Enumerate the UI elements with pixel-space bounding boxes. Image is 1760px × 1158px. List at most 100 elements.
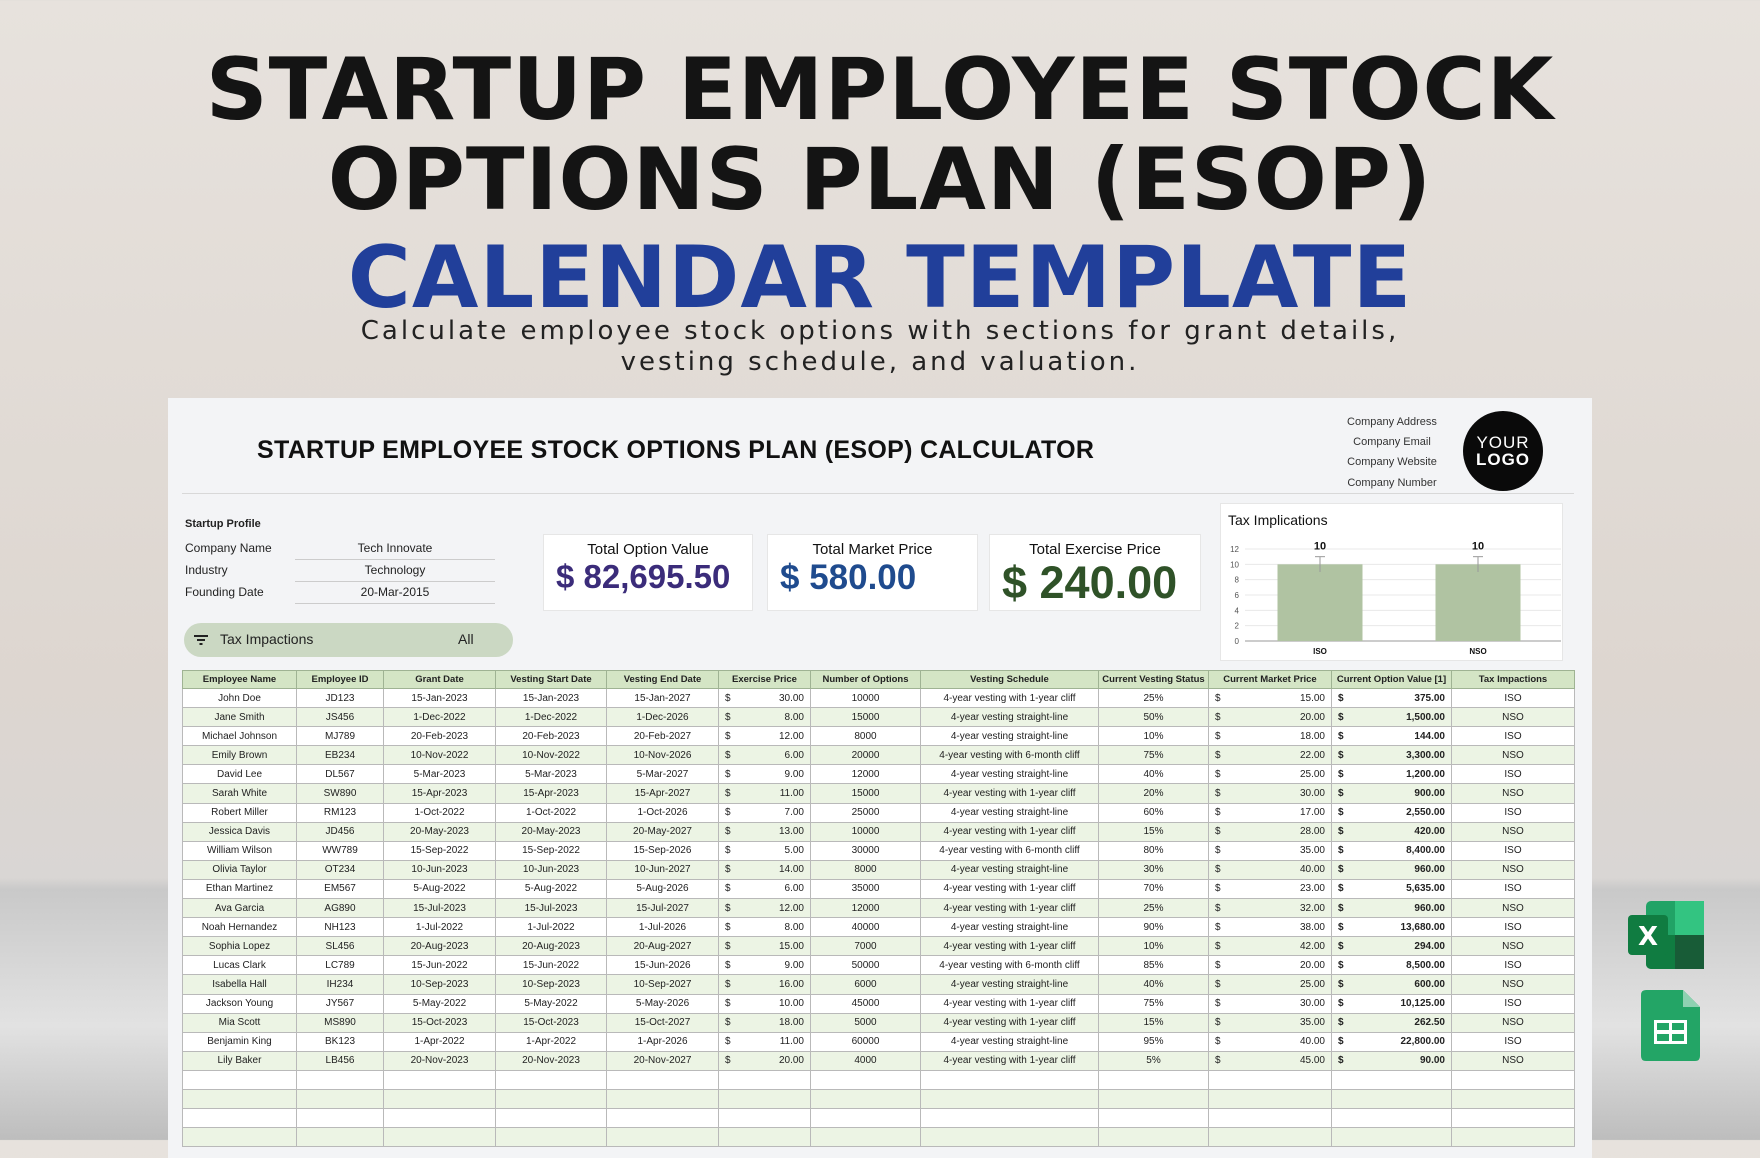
table-cell[interactable]: 70% — [1098, 878, 1209, 900]
table-cell[interactable]: EB234 — [296, 745, 384, 766]
table-cell[interactable]: $30.00 — [718, 687, 811, 709]
table-cell[interactable]: $262.50 — [1331, 1012, 1452, 1033]
table-cell[interactable]: $15.00 — [718, 936, 811, 957]
table-cell[interactable]: $8.00 — [718, 707, 811, 728]
empty-cell[interactable] — [606, 1108, 719, 1129]
table-cell[interactable]: $7.00 — [718, 802, 811, 823]
empty-cell[interactable] — [383, 1127, 496, 1148]
table-cell[interactable]: 40% — [1098, 764, 1209, 785]
table-cell[interactable]: Lucas Clark — [182, 955, 297, 976]
table-cell[interactable]: 1-Jul-2026 — [606, 917, 719, 938]
table-cell[interactable]: $28.00 — [1208, 821, 1332, 842]
table-cell[interactable]: $420.00 — [1331, 821, 1452, 842]
table-cell[interactable]: Benjamin King — [182, 1031, 297, 1052]
table-cell[interactable]: 15-Oct-2023 — [495, 1012, 607, 1033]
table-cell[interactable]: 30000 — [810, 840, 921, 861]
table-cell[interactable]: 4-year vesting straight-line — [920, 726, 1099, 747]
table-cell[interactable]: $144.00 — [1331, 726, 1452, 747]
table-cell[interactable]: Ethan Martinez — [182, 878, 297, 900]
table-cell[interactable]: 20-Nov-2023 — [383, 1050, 496, 1071]
empty-cell[interactable] — [182, 1127, 297, 1148]
table-cell[interactable]: 80% — [1098, 840, 1209, 861]
table-cell[interactable]: $11.00 — [718, 1031, 811, 1052]
table-cell[interactable]: 15-Sep-2022 — [495, 840, 607, 861]
column-header[interactable]: Vesting Schedule — [920, 670, 1099, 689]
table-cell[interactable]: William Wilson — [182, 840, 297, 861]
table-cell[interactable]: ISO — [1451, 917, 1575, 938]
table-cell[interactable]: $1,500.00 — [1331, 707, 1452, 728]
empty-cell[interactable] — [383, 1069, 496, 1090]
table-cell[interactable]: NSO — [1451, 821, 1575, 842]
profile-value-company[interactable]: Tech Innovate — [295, 541, 495, 560]
table-cell[interactable]: $30.00 — [1208, 993, 1332, 1014]
table-cell[interactable]: 15000 — [810, 783, 921, 804]
table-cell[interactable]: 25% — [1098, 898, 1209, 919]
table-cell[interactable]: 50% — [1098, 707, 1209, 728]
table-cell[interactable]: $20.00 — [1208, 707, 1332, 728]
table-cell[interactable]: 4-year vesting with 1-year cliff — [920, 898, 1099, 919]
table-cell[interactable]: 10-Jun-2023 — [495, 859, 607, 880]
empty-cell[interactable] — [1331, 1069, 1452, 1090]
table-cell[interactable]: 15-Jul-2023 — [495, 898, 607, 919]
bar-iso[interactable] — [1277, 564, 1363, 641]
table-cell[interactable]: ISO — [1451, 726, 1575, 747]
table-cell[interactable]: 5-May-2022 — [495, 993, 607, 1014]
table-cell[interactable]: 1-Dec-2022 — [495, 707, 607, 728]
table-cell[interactable]: 5-Aug-2022 — [495, 878, 607, 900]
table-cell[interactable]: 5-Mar-2023 — [495, 764, 607, 785]
empty-cell[interactable] — [1451, 1069, 1575, 1090]
column-header[interactable]: Current Market Price — [1208, 670, 1332, 689]
table-cell[interactable]: John Doe — [182, 687, 297, 709]
column-header[interactable]: Exercise Price — [718, 670, 811, 689]
table-cell[interactable]: 5-Aug-2026 — [606, 878, 719, 900]
table-cell[interactable]: $900.00 — [1331, 783, 1452, 804]
table-cell[interactable]: $22.00 — [1208, 745, 1332, 766]
table-cell[interactable]: Sophia Lopez — [182, 936, 297, 957]
table-cell[interactable]: 1-Apr-2022 — [383, 1031, 496, 1052]
empty-cell[interactable] — [1098, 1127, 1209, 1148]
table-cell[interactable]: 50000 — [810, 955, 921, 976]
table-cell[interactable]: 4-year vesting with 1-year cliff — [920, 936, 1099, 957]
table-cell[interactable]: LB456 — [296, 1050, 384, 1071]
table-cell[interactable]: 35000 — [810, 878, 921, 900]
table-cell[interactable]: 20-Aug-2027 — [606, 936, 719, 957]
table-cell[interactable]: DL567 — [296, 764, 384, 785]
table-cell[interactable]: Jackson Young — [182, 993, 297, 1014]
table-cell[interactable]: 15-Jun-2022 — [383, 955, 496, 976]
empty-cell[interactable] — [1208, 1127, 1332, 1148]
table-cell[interactable]: $9.00 — [718, 955, 811, 976]
empty-cell[interactable] — [1451, 1127, 1575, 1148]
table-cell[interactable]: 4-year vesting straight-line — [920, 917, 1099, 938]
table-cell[interactable]: ISO — [1451, 1031, 1575, 1052]
table-cell[interactable]: $9.00 — [718, 764, 811, 785]
table-cell[interactable]: $23.00 — [1208, 878, 1332, 900]
empty-cell[interactable] — [182, 1069, 297, 1090]
empty-cell[interactable] — [296, 1108, 384, 1129]
table-cell[interactable]: 10-Sep-2023 — [495, 974, 607, 995]
table-cell[interactable]: 15-Jun-2022 — [495, 955, 607, 976]
table-cell[interactable]: 5-May-2022 — [383, 993, 496, 1014]
table-cell[interactable]: 60% — [1098, 802, 1209, 823]
table-cell[interactable]: 10-Nov-2022 — [495, 745, 607, 766]
table-cell[interactable]: Jane Smith — [182, 707, 297, 728]
column-header[interactable]: Grant Date — [383, 670, 496, 689]
empty-cell[interactable] — [920, 1088, 1099, 1110]
table-cell[interactable]: $35.00 — [1208, 1012, 1332, 1033]
table-cell[interactable]: 30% — [1098, 859, 1209, 880]
table-cell[interactable]: 1-Oct-2022 — [383, 802, 496, 823]
table-cell[interactable]: $40.00 — [1208, 1031, 1332, 1052]
empty-cell[interactable] — [495, 1088, 607, 1110]
table-cell[interactable]: 20-May-2023 — [495, 821, 607, 842]
table-cell[interactable]: NSO — [1451, 859, 1575, 880]
table-cell[interactable]: JY567 — [296, 993, 384, 1014]
table-cell[interactable]: 1-Apr-2026 — [606, 1031, 719, 1052]
table-cell[interactable]: Robert Miller — [182, 802, 297, 823]
column-header[interactable]: Current Vesting Status — [1098, 670, 1209, 689]
table-cell[interactable]: 10-Nov-2022 — [383, 745, 496, 766]
empty-cell[interactable] — [718, 1127, 811, 1148]
table-cell[interactable]: MS890 — [296, 1012, 384, 1033]
table-cell[interactable]: NSO — [1451, 974, 1575, 995]
table-cell[interactable]: 15-Jul-2023 — [383, 898, 496, 919]
table-cell[interactable]: 40000 — [810, 917, 921, 938]
empty-cell[interactable] — [920, 1108, 1099, 1129]
